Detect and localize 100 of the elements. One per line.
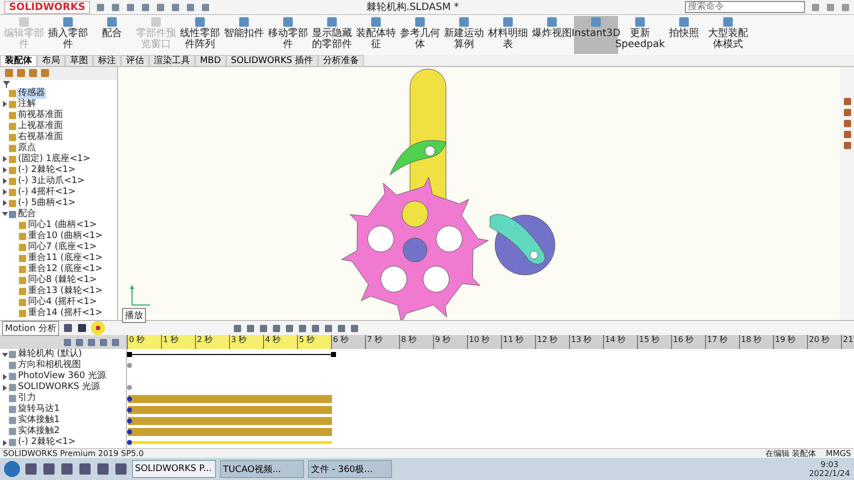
tree-item[interactable]: 上视基准面 xyxy=(17,120,64,132)
command-icon xyxy=(546,16,558,28)
tree-item[interactable]: 前视基准面 xyxy=(17,110,64,121)
expand-caret-icon[interactable] xyxy=(2,189,8,196)
tree-node-icon[interactable] xyxy=(8,154,17,164)
tree-node-icon[interactable] xyxy=(8,188,17,197)
study-type-dropdown[interactable]: Motion 分析 xyxy=(2,320,60,336)
filter-icon[interactable] xyxy=(3,80,10,88)
tree-item[interactable]: 重合10 (曲柄<1> xyxy=(27,230,104,242)
ribbon-button[interactable]: 插入零部件 xyxy=(46,16,90,54)
tree-node-icon[interactable] xyxy=(8,122,17,131)
command-tab[interactable]: 布局 xyxy=(37,54,65,66)
expand-caret-icon[interactable] xyxy=(2,384,8,391)
taskbar-window[interactable]: 文件 - 360极... xyxy=(308,460,392,478)
tree-node-icon[interactable] xyxy=(18,276,27,285)
tree-node-icon[interactable] xyxy=(8,210,17,219)
key-point[interactable] xyxy=(127,385,132,390)
expand-caret-icon[interactable] xyxy=(2,101,8,108)
tree-node-icon[interactable] xyxy=(8,176,17,186)
tree-item[interactable]: 注解 xyxy=(17,98,37,110)
ribbon-button[interactable]: 大型装配体模式 xyxy=(706,16,750,54)
tree-item[interactable]: (-) 4摇杆<1> xyxy=(17,186,77,198)
tree-node-icon[interactable] xyxy=(18,254,27,263)
taskbar-window[interactable]: TUCAO视频... xyxy=(220,460,304,478)
expand-caret-icon[interactable] xyxy=(2,167,8,174)
study-tree-item[interactable]: 方向和相机视图 xyxy=(17,360,82,372)
tree-item[interactable]: 同心7 (底座<1> xyxy=(27,242,98,253)
command-tab[interactable]: 评估 xyxy=(121,54,149,66)
time-label: 1 秒 xyxy=(161,335,195,350)
tree-node-icon[interactable] xyxy=(18,298,27,307)
command-icon xyxy=(370,16,382,28)
tree-item[interactable]: 同心4 (摇杆<1> xyxy=(27,296,98,308)
tree-node-icon[interactable] xyxy=(18,286,27,296)
tree-item[interactable]: 右视基准面 xyxy=(17,132,64,143)
expand-caret-icon[interactable] xyxy=(2,156,8,162)
study-tree-item[interactable]: 引力 xyxy=(17,393,37,404)
tree-node-icon[interactable] xyxy=(18,264,27,274)
study-tree-item[interactable]: 棘轮机构 (默认) xyxy=(17,349,83,360)
tree-item[interactable]: (-) 2棘轮<1> xyxy=(17,164,77,176)
tree-item[interactable]: 原点 xyxy=(17,142,37,154)
tree-item[interactable]: 重合14 (摇杆<1> xyxy=(27,308,104,319)
study-tree-item[interactable]: 实体接触2 xyxy=(17,426,61,438)
tree-node-icon[interactable] xyxy=(8,144,17,153)
axis-triad-icon xyxy=(130,284,150,306)
ribbon-button[interactable]: 移动零部件 xyxy=(266,16,310,54)
start-icon[interactable] xyxy=(4,461,20,478)
tree-item[interactable]: 重合11 (底座<1> xyxy=(27,252,104,264)
study-tree-item[interactable]: 旋转马达1 xyxy=(17,404,61,416)
study-tree-item[interactable]: 实体接触1 xyxy=(17,415,61,426)
time-label: 6 秒 xyxy=(331,335,365,350)
expand-caret-icon[interactable] xyxy=(2,374,8,380)
expand-caret-icon[interactable] xyxy=(2,352,8,358)
expand-caret-icon[interactable] xyxy=(2,178,8,184)
study-tree-item[interactable]: PhotoView 360 光源 xyxy=(17,371,107,382)
study-tree-item[interactable]: (-) 2棘轮<1> xyxy=(17,437,77,448)
tree-node-icon[interactable] xyxy=(8,132,17,142)
tree-item[interactable]: 配合 xyxy=(17,208,37,220)
tree-item[interactable]: 重合12 (底座<1> xyxy=(27,264,104,275)
key-point[interactable] xyxy=(127,363,132,368)
command-tab[interactable]: 渲染工具 xyxy=(149,54,195,66)
expand-caret-icon[interactable] xyxy=(2,440,8,446)
study-tree-item[interactable]: SOLIDWORKS 光源 xyxy=(17,382,102,394)
tree-node-icon[interactable] xyxy=(8,88,17,98)
tree-item[interactable]: 传感器 xyxy=(17,88,46,99)
tree-node-icon[interactable] xyxy=(18,232,27,241)
units-label[interactable]: MMGS xyxy=(826,449,851,458)
tree-item[interactable]: (-) 3止动爪<1> xyxy=(17,176,86,187)
expand-caret-icon[interactable] xyxy=(2,200,8,206)
command-tab[interactable]: SOLIDWORKS 插件 xyxy=(226,54,318,66)
ribbon-button[interactable]: 新建运动算例 xyxy=(442,16,486,54)
time-label: 7 秒 xyxy=(365,335,399,350)
tree-item[interactable]: 重合13 (棘轮<1> xyxy=(27,286,104,297)
tree-node-icon[interactable] xyxy=(8,198,17,208)
tree-node-icon[interactable] xyxy=(18,220,27,230)
command-tab[interactable]: 装配体 xyxy=(0,54,37,66)
tree-node-icon[interactable] xyxy=(18,308,27,318)
ribbon-button[interactable]: 线性零部件阵列 xyxy=(178,16,222,54)
tree-item[interactable]: 同心1 (曲柄<1> xyxy=(27,220,98,231)
command-icon xyxy=(150,16,162,28)
ribbon-button[interactable]: 参考几何体 xyxy=(398,16,442,54)
expand-caret-icon[interactable] xyxy=(2,211,8,218)
tree-node-icon[interactable] xyxy=(8,110,17,120)
command-icon xyxy=(18,16,30,28)
command-tab[interactable]: 草图 xyxy=(65,54,93,66)
tree-node-icon[interactable] xyxy=(18,242,27,252)
ribbon-button[interactable]: 显示隐藏的零部件 xyxy=(310,16,354,54)
command-tab[interactable]: MBD xyxy=(195,54,226,66)
tree-node-icon[interactable] xyxy=(8,166,17,175)
command-icon xyxy=(458,16,470,28)
tree-node-icon[interactable] xyxy=(8,100,17,109)
command-tab[interactable]: 标注 xyxy=(93,54,121,66)
ribbon-button[interactable]: 智能扣件 xyxy=(222,16,266,54)
ribbon-button[interactable]: 配合 xyxy=(90,16,134,54)
ribbon-button[interactable]: 装配体特征 xyxy=(354,16,398,54)
tree-item[interactable]: (固定) 1底座<1> xyxy=(17,154,92,165)
tree-item[interactable]: 同心8 (棘轮<1> xyxy=(27,274,98,286)
ribbon-button[interactable]: 材料明细表 xyxy=(486,16,530,54)
taskbar-window[interactable]: SOLIDWORKS P... xyxy=(132,460,216,478)
ribbon-button[interactable]: 爆炸视图 xyxy=(530,16,574,54)
tree-item[interactable]: (-) 5曲柄<1> xyxy=(17,198,77,209)
